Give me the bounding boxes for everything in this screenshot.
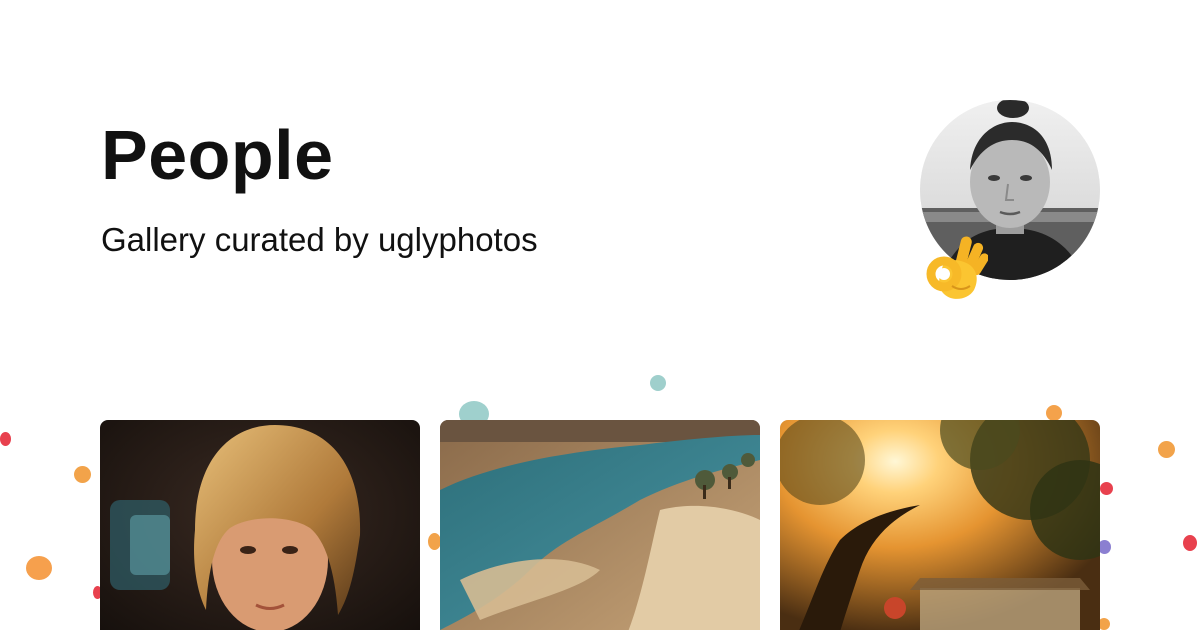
confetti-dot (1158, 441, 1175, 458)
confetti-dot (650, 375, 666, 391)
confetti-dot (0, 432, 11, 446)
child-with-bangs-photo (100, 420, 420, 630)
sunset-tree-photo (780, 420, 1100, 630)
gallery-photo-sunset[interactable] (780, 420, 1100, 630)
confetti-dot (74, 466, 91, 483)
ok-hand-emoji-icon (924, 230, 989, 302)
gallery-photo-child[interactable] (100, 420, 420, 630)
confetti-dot (26, 556, 52, 580)
river-landscape-photo (440, 420, 760, 630)
confetti-dot (1183, 535, 1197, 551)
confetti-dot (1100, 482, 1113, 495)
gallery-photo-river[interactable] (440, 420, 760, 630)
share-card: People Gallery curated by uglyphotos (0, 0, 1200, 630)
gallery-title: People (101, 116, 334, 194)
confetti-dot (1046, 405, 1062, 421)
gallery-subtitle: Gallery curated by uglyphotos (101, 221, 538, 258)
